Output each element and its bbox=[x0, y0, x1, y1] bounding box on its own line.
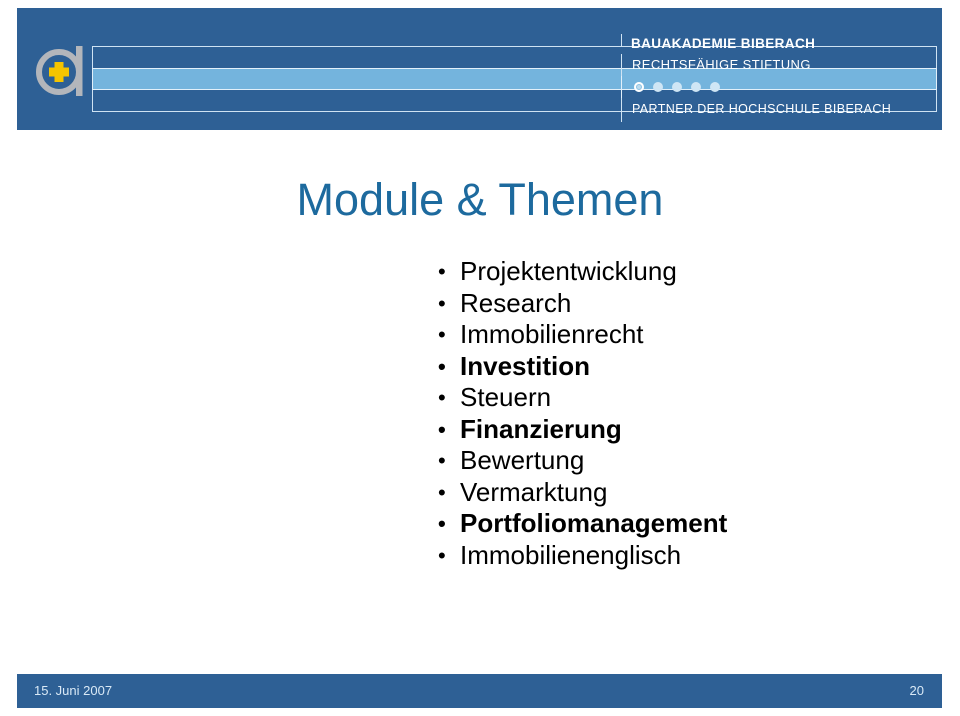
module-topic-list: Projektentwicklung Research Immobilienre… bbox=[438, 256, 898, 571]
list-item: Immobilienenglisch bbox=[438, 540, 898, 572]
bauakademie-logo-icon bbox=[32, 38, 98, 100]
list-item: Research bbox=[438, 288, 898, 320]
list-item: Vermarktung bbox=[438, 477, 898, 509]
slide-footer: 15. Juni 2007 20 bbox=[17, 674, 942, 708]
header-partner-line: PARTNER DER HOCHSCHULE BIBERACH bbox=[621, 98, 937, 120]
slide-header: BAUAKADEMIE BIBERACH RECHTSFÄHIGE STIFTU… bbox=[17, 8, 942, 130]
list-item: Investition bbox=[438, 351, 898, 383]
dot-icon-3 bbox=[672, 82, 682, 92]
list-item: Steuern bbox=[438, 382, 898, 414]
dot-icon-5 bbox=[710, 82, 720, 92]
footer-page-number: 20 bbox=[909, 683, 924, 698]
header-legal-form: RECHTSFÄHIGE STIFTUNG bbox=[621, 54, 937, 76]
header-text-block: BAUAKADEMIE BIBERACH RECHTSFÄHIGE STIFTU… bbox=[621, 34, 937, 120]
footer-date: 15. Juni 2007 bbox=[34, 683, 113, 698]
list-item: Finanzierung bbox=[438, 414, 898, 446]
header-dot-row bbox=[621, 76, 937, 98]
list-item: Immobilienrecht bbox=[438, 319, 898, 351]
slide: BAUAKADEMIE BIBERACH RECHTSFÄHIGE STIFTU… bbox=[0, 0, 960, 716]
page-title: Module & Themen bbox=[296, 174, 664, 225]
dot-icon-1 bbox=[634, 82, 644, 92]
list-item: Portfoliomanagement bbox=[438, 508, 898, 540]
dot-icon-2 bbox=[653, 82, 663, 92]
header-organization: BAUAKADEMIE BIBERACH bbox=[631, 36, 816, 51]
dot-icon-4 bbox=[691, 82, 701, 92]
list-item: Projektentwicklung bbox=[438, 256, 898, 288]
dot-group bbox=[632, 76, 937, 98]
list-item: Bewertung bbox=[438, 445, 898, 477]
